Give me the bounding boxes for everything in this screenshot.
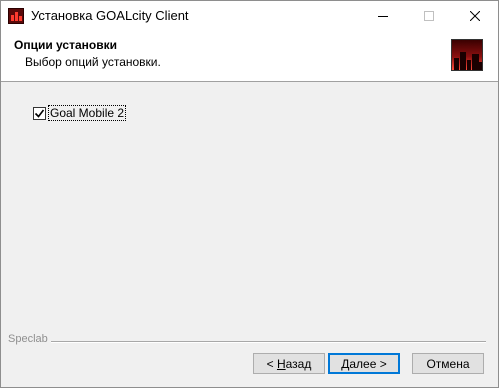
maximize-button <box>406 1 452 31</box>
back-label: азад <box>285 356 312 371</box>
close-icon <box>470 11 480 21</box>
page-subtitle: Выбор опций установки. <box>25 55 161 69</box>
next-suffix: > <box>376 356 387 371</box>
header-logo-icon <box>451 39 483 71</box>
checkmark-icon <box>34 109 45 118</box>
back-button[interactable]: < Назад <box>253 353 325 374</box>
minimize-icon <box>378 16 388 17</box>
cancel-button[interactable]: Отмена <box>412 353 484 374</box>
title-bar[interactable]: Установка GOALcity Client <box>1 1 498 31</box>
component-option[interactable]: Goal Mobile 2 <box>33 105 127 121</box>
page-title: Опции установки <box>14 38 117 52</box>
window-title: Установка GOALcity Client <box>31 8 189 23</box>
installer-window: Установка GOALcity Client Опции установк… <box>0 0 499 388</box>
cancel-label: Отмена <box>426 356 470 371</box>
close-button[interactable] <box>452 1 498 31</box>
footer-separator <box>51 341 486 343</box>
maximize-icon <box>424 11 434 21</box>
minimize-button[interactable] <box>360 1 406 31</box>
app-icon[interactable] <box>8 8 24 24</box>
back-prefix: < <box>266 356 277 371</box>
brand-label: Speclab <box>8 333 48 345</box>
page-header: Опции установки Выбор опций установки. <box>1 31 498 82</box>
back-accel: Н <box>276 356 286 371</box>
next-label: алее <box>349 356 377 371</box>
next-button[interactable]: Далее > <box>328 353 400 374</box>
next-accel: Д <box>341 356 350 371</box>
option-label[interactable]: Goal Mobile 2 <box>48 105 127 121</box>
option-checkbox[interactable] <box>33 106 46 120</box>
